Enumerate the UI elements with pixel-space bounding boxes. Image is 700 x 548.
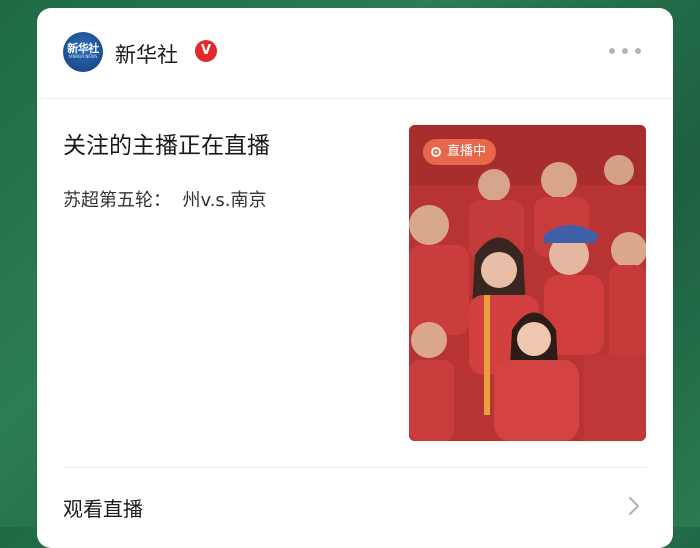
post-subline: 苏超第五轮： 州v.s.南京 <box>63 190 267 211</box>
watch-live-row[interactable]: 观看直播 <box>37 468 673 538</box>
account-name[interactable]: 新华社 <box>115 39 178 69</box>
live-badge: 直播中 <box>423 139 497 165</box>
live-thumbnail[interactable]: 直播中 <box>409 125 646 441</box>
post-headline: 关注的主播正在直播 <box>63 133 270 159</box>
avatar[interactable]: 新华社 XINHUA NEWS <box>63 32 103 72</box>
post-header: 新华社 XINHUA NEWS 新华社 V <box>37 8 673 99</box>
live-dot-icon <box>431 147 441 157</box>
live-badge-label: 直播中 <box>447 144 487 159</box>
avatar-logo-subtext: XINHUA NEWS <box>68 54 98 59</box>
watch-live-label: 观看直播 <box>63 497 143 521</box>
post-card[interactable]: 新华社 XINHUA NEWS 新华社 V 关注的主播正在直播 苏超第五轮： 州… <box>37 8 673 548</box>
verified-icon: V <box>195 40 217 62</box>
chevron-right-icon <box>628 496 640 516</box>
crowd-image <box>409 125 646 441</box>
more-dots-icon[interactable] <box>609 45 641 57</box>
